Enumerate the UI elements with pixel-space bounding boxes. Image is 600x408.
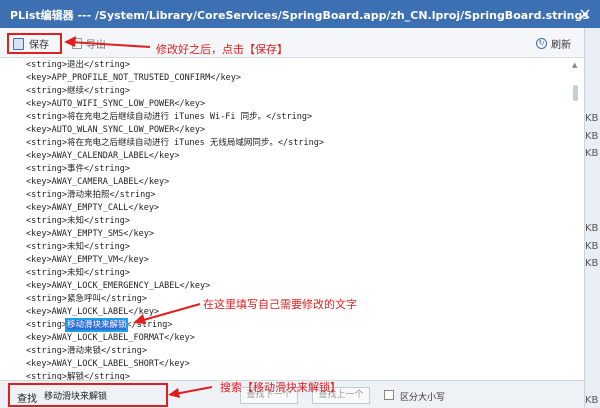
arrow-head — [64, 36, 76, 47]
annotation-arrows — [64, 36, 213, 398]
plist-editor-window: KB KB KB KB KB KB KB PList编辑器 --- /Syste… — [0, 0, 600, 408]
arrow-head — [168, 388, 180, 398]
arrow-head — [133, 314, 146, 324]
arrow-to-save — [69, 41, 151, 48]
save-annotation: 修改好之后，点击【保存】 — [156, 43, 288, 56]
arrow-to-edit — [139, 303, 201, 322]
edit-annotation: 在这里填写自己需要修改的文字 — [203, 298, 357, 311]
arrow-to-search — [174, 386, 213, 395]
search-annotation: 搜索【移动滑块来解锁】 — [220, 381, 341, 394]
